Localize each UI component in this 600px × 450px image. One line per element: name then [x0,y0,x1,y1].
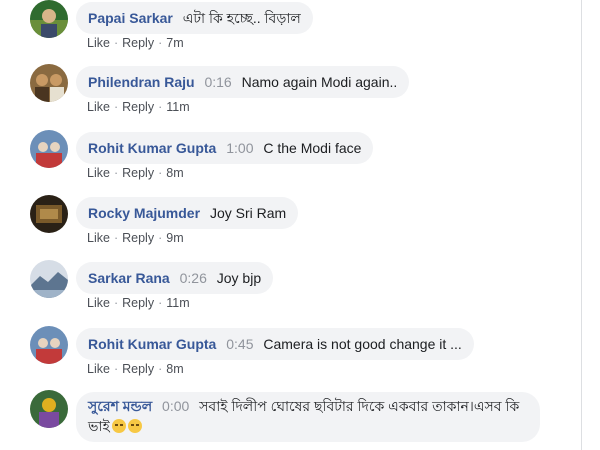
separator-dot: · [158,362,163,376]
avatar[interactable] [30,64,68,102]
like-link[interactable]: Like [87,166,110,180]
separator-dot: · [113,296,119,310]
comment-age[interactable]: 11m [166,296,189,310]
comment-author[interactable]: সুরেশ মন্ডল [88,398,152,414]
comment-bubble: Rocky Majumder Joy Sri Ram [76,197,299,229]
comment-bubble: সুরেশ মন্ডল 0:00 সবাই দিলীপ ঘোষের ছবিটার… [76,392,540,442]
video-timestamp[interactable]: 0:00 [162,398,189,414]
comment-text: C the Modi face [263,140,362,156]
comment-text: সবাই দিলীপ ঘোষের ছবিটার দিকে একবার তাকান… [88,398,520,434]
separator-dot: · [158,100,163,114]
separator-dot: · [113,36,119,50]
separator-dot: · [113,100,119,114]
like-link[interactable]: Like [87,296,110,310]
emoji-icon [127,419,142,433]
comment-actions: Like · Reply · 9m [87,231,184,245]
comment-text: Camera is not good change it ... [263,336,462,352]
video-timestamp[interactable]: 1:00 [226,140,253,156]
avatar[interactable] [30,195,68,233]
comment-text: এটা কি হচ্ছে.. বিড়াল [182,10,301,26]
comment-author[interactable]: Sarkar Rana [88,270,170,286]
video-timestamp[interactable]: 0:16 [204,74,231,90]
avatar[interactable] [30,260,68,298]
separator-dot: · [158,166,163,180]
separator-dot: · [113,166,119,180]
reply-link[interactable]: Reply [122,36,154,50]
video-timestamp[interactable]: 0:45 [226,336,253,352]
avatar[interactable] [30,130,68,168]
comment-author[interactable]: Rocky Majumder [88,205,200,221]
comment-bubble: Papai Sarkar এটা কি হচ্ছে.. বিড়াল [76,2,313,34]
video-timestamp[interactable]: 0:26 [180,270,207,286]
reply-link[interactable]: Reply [122,362,154,376]
comment-text: Joy Sri Ram [209,205,287,221]
comment-text: Joy bjp [216,270,262,286]
comment-age[interactable]: 8m [166,362,183,376]
separator-dot: · [158,231,163,245]
comment-actions: Like · Reply · 8m [87,362,184,376]
like-link[interactable]: Like [87,36,110,50]
like-link[interactable]: Like [87,100,110,114]
reply-link[interactable]: Reply [122,296,154,310]
comment-bubble: Rohit Kumar Gupta 1:00 C the Modi face [76,132,374,164]
comment-actions: Like · Reply · 7m [87,36,184,50]
comment-bubble: Rohit Kumar Gupta 0:45 Camera is not goo… [76,328,474,360]
comment-author[interactable]: Philendran Raju [88,74,195,90]
separator-dot: · [113,362,119,376]
emoji-icon [111,419,126,433]
reply-link[interactable]: Reply [122,100,154,114]
separator-dot: · [158,296,163,310]
comment-text: Namo again Modi again.. [241,74,398,90]
like-link[interactable]: Like [87,231,110,245]
comment-age[interactable]: 8m [166,166,183,180]
comment-age[interactable]: 9m [166,231,183,245]
comment-actions: Like · Reply · 11m [87,296,190,310]
panel-divider [581,0,582,450]
comment-bubble: Philendran Raju 0:16 Namo again Modi aga… [76,66,410,98]
like-link[interactable]: Like [87,362,110,376]
comment-age[interactable]: 11m [166,100,189,114]
separator-dot: · [113,231,119,245]
reply-link[interactable]: Reply [122,231,154,245]
avatar[interactable] [30,390,68,428]
comment-author[interactable]: Papai Sarkar [88,10,173,26]
avatar[interactable] [30,326,68,364]
comment-author[interactable]: Rohit Kumar Gupta [88,140,216,156]
avatar[interactable] [30,0,68,38]
reply-link[interactable]: Reply [122,166,154,180]
comment-actions: Like · Reply · 8m [87,166,184,180]
comment-actions: Like · Reply · 11m [87,100,190,114]
comment-author[interactable]: Rohit Kumar Gupta [88,336,216,352]
comment-age[interactable]: 7m [166,36,183,50]
separator-dot: · [158,36,163,50]
comment-bubble: Sarkar Rana 0:26 Joy bjp [76,262,274,294]
